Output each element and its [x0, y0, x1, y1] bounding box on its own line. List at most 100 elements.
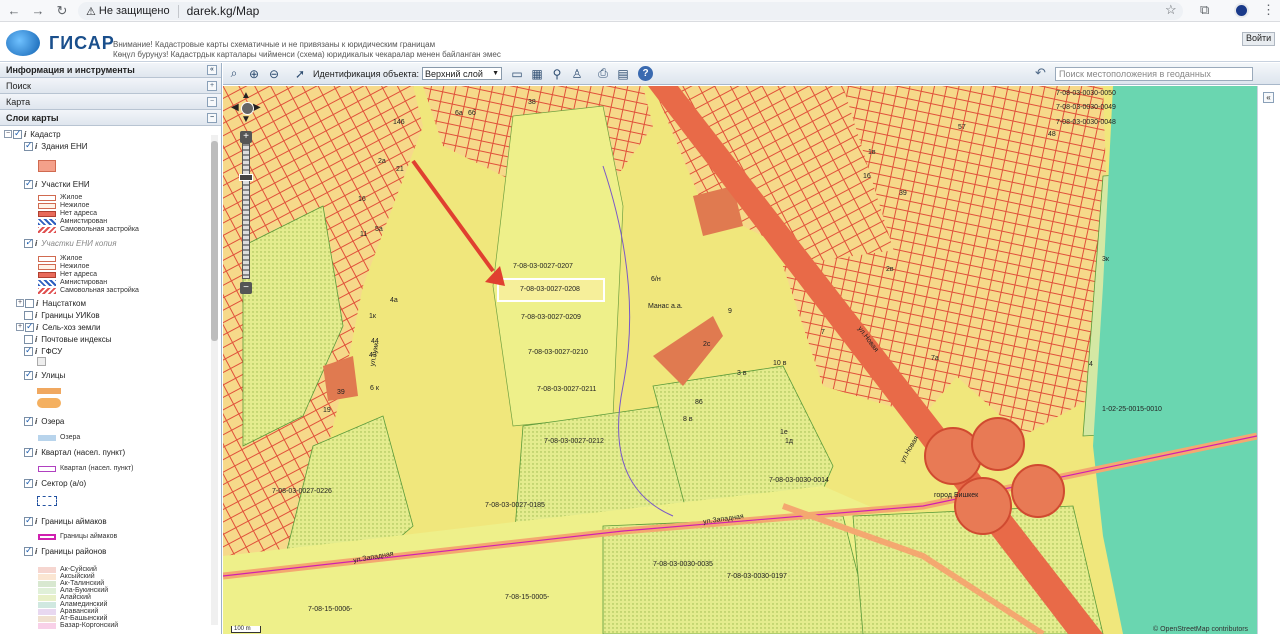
- security-badge[interactable]: ⚠ Не защищено: [86, 4, 179, 18]
- reload-icon[interactable]: ↻: [52, 1, 72, 21]
- globe-icon[interactable]: [241, 102, 254, 115]
- forward-arrow-icon[interactable]: →: [28, 1, 48, 21]
- pan-right-icon[interactable]: ▶: [253, 102, 261, 113]
- layer-checkbox[interactable]: [25, 321, 34, 332]
- layer-quarter[interactable]: i Квартал (насел. пункт): [24, 446, 125, 458]
- info-icon[interactable]: i: [35, 142, 37, 151]
- layer-gfsu[interactable]: i ГФСУ: [24, 345, 62, 357]
- address-bar[interactable]: ⚠ Не защищено darek.kg/Map: [78, 2, 1183, 20]
- parcel-label[interactable]: 7-08-03-0030-0049: [1056, 104, 1116, 111]
- layer-checkbox[interactable]: [13, 128, 22, 139]
- parcel-label[interactable]: 7-08-03-0027-0185: [485, 502, 545, 509]
- layer-streets[interactable]: i Улицы: [24, 369, 65, 381]
- layer-checkbox[interactable]: [24, 369, 33, 380]
- parcel-label[interactable]: 1-02-25-0015-0010: [1102, 406, 1162, 413]
- zoom-extent-icon[interactable]: ⌕: [225, 65, 243, 83]
- print-icon[interactable]: ⎙: [594, 65, 612, 83]
- layer-checkbox[interactable]: [24, 310, 33, 320]
- layer-cadastre[interactable]: − i Кадастр: [4, 128, 61, 140]
- undo-arrow-icon[interactable]: ↶: [1035, 65, 1046, 81]
- layer-checkbox[interactable]: [24, 237, 33, 248]
- map-section-header[interactable]: Карта −: [0, 94, 221, 110]
- info-icon[interactable]: i: [35, 311, 37, 320]
- layer-checkbox[interactable]: [24, 415, 33, 426]
- parcel-label[interactable]: 7-08-03-0030-0014: [769, 477, 829, 484]
- browser-menu-icon[interactable]: ⋮: [1262, 2, 1275, 18]
- parcel-label[interactable]: 7-08-03-0027-0211: [537, 386, 596, 393]
- measure-icon[interactable]: ▭: [508, 65, 526, 83]
- sidebar-scrollbar[interactable]: [211, 135, 218, 625]
- parcel-label[interactable]: 7-08-03-0027-0209: [521, 314, 581, 321]
- parcel-label[interactable]: 7-08-03-0030-0197: [727, 573, 787, 580]
- bookmark-star-icon[interactable]: ☆: [1165, 2, 1177, 18]
- info-icon[interactable]: i: [35, 479, 37, 488]
- info-icon[interactable]: i: [35, 347, 37, 356]
- parcel-label[interactable]: 7-08-03-0030-0035: [653, 561, 713, 568]
- search-section-header[interactable]: Поиск +: [0, 78, 221, 94]
- layer-parcels[interactable]: i Участки ЕНИ: [24, 178, 90, 190]
- info-icon[interactable]: i: [35, 239, 37, 248]
- layer-natstatkom[interactable]: + i Нацстатком: [16, 297, 86, 309]
- avatar[interactable]: [1234, 3, 1249, 18]
- layer-checkbox[interactable]: [25, 298, 34, 308]
- help-icon[interactable]: ?: [638, 66, 654, 81]
- parcel-label[interactable]: 7-08-03-0027-0210: [528, 349, 588, 356]
- zoom-in-icon[interactable]: ⊕: [245, 65, 263, 83]
- expand-icon[interactable]: +: [207, 80, 217, 91]
- parcel-label[interactable]: 7-08-03-0027-0208: [520, 286, 580, 293]
- parcel-label[interactable]: 7-08-03-0027-0207: [513, 263, 573, 270]
- layer-sector[interactable]: i Сектор (а/о): [24, 477, 86, 489]
- parcel-label[interactable]: 7-08-03-0030-0050: [1056, 90, 1116, 97]
- layer-parcels-copy[interactable]: i Участки ЕНИ копия: [24, 237, 116, 249]
- zoom-out-icon[interactable]: ⊖: [265, 65, 283, 83]
- zoom-thumb[interactable]: [239, 174, 253, 181]
- collapse-icon[interactable]: −: [207, 96, 217, 107]
- export-icon[interactable]: ▤: [614, 65, 632, 83]
- layer-uik[interactable]: i Границы УИКов: [24, 309, 100, 321]
- parcel-label[interactable]: 7-08-03-0030-0048: [1056, 119, 1116, 126]
- info-icon[interactable]: i: [35, 335, 37, 344]
- info-icon[interactable]: i: [36, 323, 38, 332]
- layer-checkbox[interactable]: [24, 345, 33, 356]
- zoom-track[interactable]: [242, 143, 250, 279]
- info-icon[interactable]: i: [36, 299, 38, 308]
- measure-area-icon[interactable]: ▦: [528, 65, 546, 83]
- scrollbar-thumb[interactable]: [211, 141, 218, 341]
- info-icon[interactable]: i: [35, 417, 37, 426]
- identify-layer-select[interactable]: Верхний слой ▼: [422, 67, 503, 80]
- collapse-icon[interactable]: −: [207, 112, 217, 123]
- geo-search-input[interactable]: Поиск местоположения в геоданных: [1055, 67, 1253, 81]
- expand-right-panel-icon[interactable]: «: [1263, 92, 1274, 103]
- zoom-minus-button[interactable]: −: [240, 282, 252, 294]
- extensions-icon[interactable]: ⧉: [1200, 2, 1209, 18]
- layer-postal[interactable]: i Почтовые индексы: [24, 333, 111, 345]
- layer-checkbox[interactable]: [24, 334, 33, 344]
- pan-control[interactable]: ▲ ▼ ◀ ▶: [231, 90, 265, 125]
- parcel-label[interactable]: 7-08-03-0027-0212: [544, 438, 604, 445]
- layer-buildings[interactable]: i Здания ЕНИ: [24, 140, 88, 152]
- layer-districts[interactable]: i Границы районов: [24, 545, 106, 557]
- zoom-plus-button[interactable]: +: [240, 131, 252, 143]
- back-arrow-icon[interactable]: ←: [4, 1, 24, 21]
- info-icon[interactable]: i: [35, 448, 37, 457]
- parcel-label[interactable]: 7-08-15-0006-: [308, 606, 352, 613]
- parcel-label[interactable]: 7-08-15-0005-: [505, 594, 549, 601]
- layer-agri[interactable]: + i Сель-хоз земли: [16, 321, 101, 333]
- map-canvas[interactable]: 7-08-03-0027-0207 7-08-03-0027-0208 7-08…: [223, 86, 1257, 634]
- expand-icon[interactable]: +: [16, 323, 24, 331]
- info-icon[interactable]: i: [35, 180, 37, 189]
- layer-checkbox[interactable]: [24, 140, 33, 151]
- pan-down-icon[interactable]: ▼: [241, 114, 251, 125]
- identify-icon[interactable]: ➚: [291, 65, 309, 83]
- info-icon[interactable]: i: [24, 130, 26, 139]
- zoom-slider[interactable]: + −: [239, 131, 253, 294]
- pan-left-icon[interactable]: ◀: [231, 102, 239, 113]
- info-icon[interactable]: i: [35, 547, 37, 556]
- layer-checkbox[interactable]: [24, 446, 33, 457]
- info-icon[interactable]: i: [35, 517, 37, 526]
- layer-lakes[interactable]: i Озера: [24, 415, 64, 427]
- layer-aimak[interactable]: i Границы аймаков: [24, 515, 107, 527]
- layer-checkbox[interactable]: [24, 477, 33, 488]
- expand-icon[interactable]: +: [16, 299, 24, 307]
- parcel-label[interactable]: 7-08-03-0027-0226: [272, 488, 332, 495]
